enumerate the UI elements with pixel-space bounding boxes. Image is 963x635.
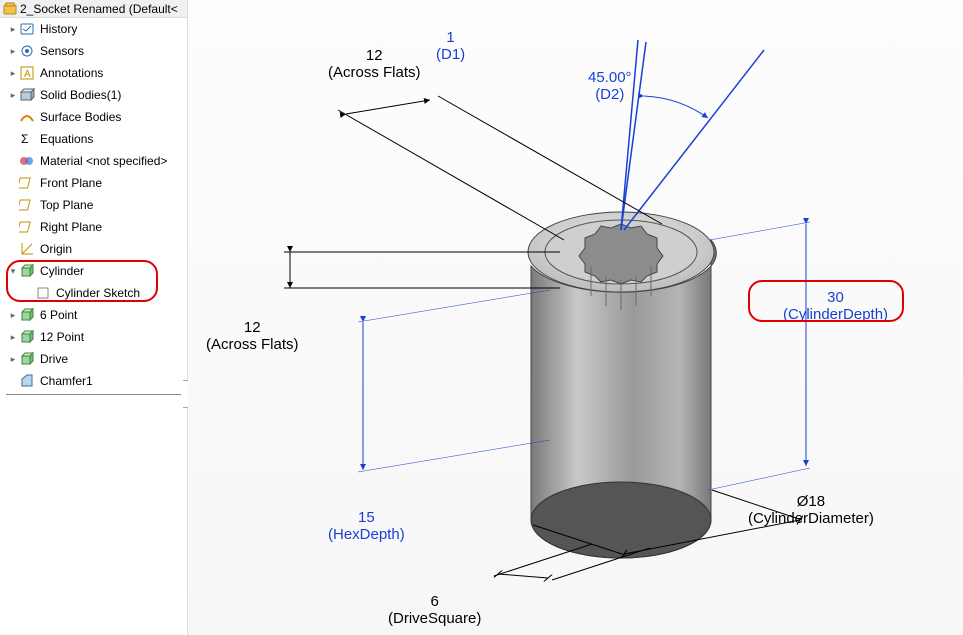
tree-item-label: Drive <box>40 352 68 366</box>
sketch-icon <box>34 284 52 302</box>
tree-item-surface-bodies[interactable]: Surface Bodies <box>0 106 187 128</box>
expander-icon[interactable]: ▸ <box>8 68 18 79</box>
tree-item-label: Annotations <box>40 66 103 80</box>
tree-item-right-plane[interactable]: Right Plane <box>0 216 187 238</box>
tree-divider <box>6 394 181 395</box>
tree-item-history[interactable]: ▸ History <box>0 18 187 40</box>
extrude-icon <box>18 350 36 368</box>
model-canvas[interactable]: 1 (D1) 45.00° (D2) 12 (Across Flats) 12 … <box>188 0 963 635</box>
chamfer-icon <box>18 372 36 390</box>
extrude-icon <box>18 328 36 346</box>
tree-item-label: 6 Point <box>40 308 77 322</box>
tree-item-label: Top Plane <box>40 198 93 212</box>
expander-icon[interactable]: ▾ <box>8 266 18 277</box>
tree-item-label: Origin <box>40 242 72 256</box>
equations-icon: Σ <box>18 130 36 148</box>
dimension-lines <box>188 0 963 635</box>
tree-item-annotations[interactable]: ▸ A Annotations <box>0 62 187 84</box>
tree-item-drive[interactable]: ▸ Drive <box>0 348 187 370</box>
plane-icon <box>18 196 36 214</box>
annotations-icon: A <box>18 64 36 82</box>
expander-icon[interactable]: ▸ <box>8 46 18 57</box>
tree-item-equations[interactable]: Σ Equations <box>0 128 187 150</box>
tree-item-label: Chamfer1 <box>40 374 93 388</box>
tree-item-label: Material <not specified> <box>40 154 167 168</box>
tree-item-label: Front Plane <box>40 176 102 190</box>
expander-icon[interactable]: ▸ <box>8 24 18 35</box>
surface-icon <box>18 108 36 126</box>
extrude-icon <box>18 306 36 324</box>
tree-item-front-plane[interactable]: Front Plane <box>0 172 187 194</box>
tree-item-12-point[interactable]: ▸ 12 Point <box>0 326 187 348</box>
tree-item-chamfer1[interactable]: Chamfer1 <box>0 370 187 392</box>
feature-tree-sidebar: 2_Socket Renamed (Default< ▸ History ▸ Sens… <box>0 0 188 635</box>
sensors-icon <box>18 42 36 60</box>
tree-item-sensors[interactable]: ▸ Sensors <box>0 40 187 62</box>
tree-item-label: Cylinder Sketch <box>56 286 140 300</box>
tree-item-label: Equations <box>40 132 93 146</box>
tree-item-cylinder[interactable]: ▾ Cylinder <box>0 260 187 282</box>
plane-icon <box>18 174 36 192</box>
tree-item-material-not-specified[interactable]: Material <not specified> <box>0 150 187 172</box>
tree-item-label: History <box>40 22 77 36</box>
part-icon <box>2 1 18 17</box>
tree-item-label: Right Plane <box>40 220 102 234</box>
tree-item-cylinder-sketch[interactable]: Cylinder Sketch <box>0 282 187 304</box>
tree-item-top-plane[interactable]: Top Plane <box>0 194 187 216</box>
tree-item-origin[interactable]: Origin <box>0 238 187 260</box>
svg-text:Σ: Σ <box>21 132 28 146</box>
solid-icon <box>18 86 36 104</box>
tree-item-label: Solid Bodies(1) <box>40 88 121 102</box>
tree-item-6-point[interactable]: ▸ 6 Point <box>0 304 187 326</box>
tree-item-label: Sensors <box>40 44 84 58</box>
history-icon <box>18 20 36 38</box>
svg-text:A: A <box>24 69 31 80</box>
tree-root-label: 2_Socket Renamed (Default< <box>20 2 178 16</box>
tree-item-solid-bodies-1[interactable]: ▸ Solid Bodies(1) <box>0 84 187 106</box>
expander-icon[interactable]: ▸ <box>8 332 18 343</box>
tree-item-label: 12 Point <box>40 330 84 344</box>
plane-icon <box>18 218 36 236</box>
expander-icon[interactable]: ▸ <box>8 354 18 365</box>
tree-item-label: Surface Bodies <box>40 110 121 124</box>
tree-root[interactable]: 2_Socket Renamed (Default< <box>0 0 187 18</box>
material-icon <box>18 152 36 170</box>
expander-icon[interactable]: ▸ <box>8 90 18 101</box>
tree-item-label: Cylinder <box>40 264 84 278</box>
origin-icon <box>18 240 36 258</box>
extrude-icon <box>18 262 36 280</box>
expander-icon[interactable]: ▸ <box>8 310 18 321</box>
